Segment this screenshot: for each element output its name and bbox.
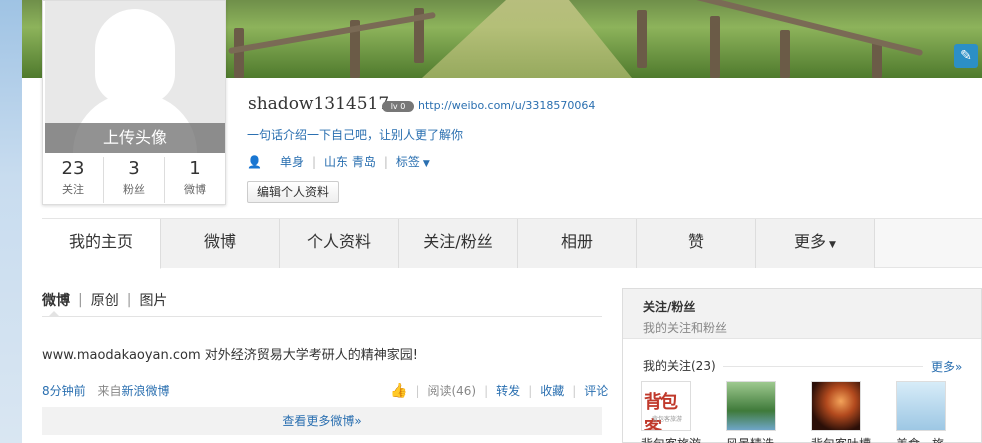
tab-more-label: 更多	[794, 232, 827, 251]
read-count: 阅读(46)	[427, 384, 477, 398]
tab-album[interactable]: 相册	[518, 219, 637, 268]
profile-stats: 23 关注 3 粉丝 1 微博	[43, 157, 225, 203]
fence-post	[780, 30, 790, 78]
avatar[interactable]: 上传头像	[45, 1, 225, 153]
tags-label: 标签	[395, 155, 420, 169]
more-following-link[interactable]: 更多»	[931, 358, 962, 375]
following-label[interactable]: 我的关注(23)	[643, 357, 716, 374]
tab-likes[interactable]: 赞	[637, 219, 756, 268]
post-source-prefix: 来自	[97, 384, 122, 398]
profile-url-link[interactable]: http://weibo.com/u/3318570064	[418, 99, 595, 112]
following-name[interactable]: 风景精选	[726, 435, 796, 443]
comment-link[interactable]: 评论	[584, 382, 608, 399]
repost-link[interactable]: 转发	[496, 382, 520, 399]
profile-name: shadow1314517	[248, 94, 390, 114]
fence-rail	[228, 11, 436, 55]
divider	[723, 366, 923, 367]
following-name[interactable]: 美食、旅	[896, 435, 966, 443]
caret-down-icon: ▼	[829, 240, 836, 250]
edit-profile-button[interactable]: 编辑个人资料	[247, 181, 340, 203]
following-list: 背包客 背包客旅游 背包客旅游 风景精选 背包客吐槽 美食、旅	[641, 381, 981, 443]
following-name[interactable]: 背包客吐槽	[811, 435, 881, 443]
relationship-status[interactable]: 单身	[280, 153, 304, 170]
female-user-icon: 👤	[247, 154, 262, 169]
divider: |	[572, 383, 577, 398]
stat-label: 微博	[184, 183, 206, 196]
following-name[interactable]: 背包客旅游	[641, 435, 711, 443]
profile-meta: 👤 单身 | 山东 青岛 | 标签 ▼	[247, 153, 430, 170]
edit-cover-icon[interactable]: ✎	[954, 44, 978, 68]
panel-title: 关注/粉丝	[643, 300, 696, 314]
tab-home[interactable]: 我的主页	[42, 219, 161, 269]
divider: |	[528, 383, 533, 398]
divider: |	[415, 383, 420, 398]
like-icon[interactable]: 👍	[390, 383, 407, 399]
tab-profile-info[interactable]: 个人资料	[280, 219, 399, 268]
filter-images[interactable]: 图片	[139, 290, 167, 310]
divider: |	[383, 154, 388, 169]
stat-count: 3	[128, 158, 140, 179]
tab-follow-fans[interactable]: 关注/粉丝	[399, 219, 518, 268]
active-filter-notch	[48, 311, 60, 317]
fence-post	[710, 16, 720, 78]
caret-down-icon: ▼	[422, 159, 430, 169]
stat-weibo[interactable]: 1 微博	[165, 157, 225, 203]
feed-divider	[42, 316, 602, 317]
divider: |	[78, 292, 83, 308]
following-item[interactable]: 背包客吐槽	[811, 381, 871, 443]
avatar-placeholder-head	[95, 9, 175, 104]
stat-label: 关注	[62, 183, 84, 196]
post-time-link[interactable]: 8分钟前	[42, 384, 86, 398]
stat-count: 23	[61, 158, 85, 179]
logo-subtext: 背包客旅游	[652, 416, 683, 423]
divider: |	[126, 292, 132, 308]
tags-dropdown[interactable]: 标签 ▼	[396, 153, 430, 170]
post-source-link[interactable]: 新浪微博	[121, 384, 169, 398]
following-avatar[interactable]: 背包客 背包客旅游	[641, 381, 691, 431]
following-item[interactable]: 背包客 背包客旅游 背包客旅游	[641, 381, 701, 443]
filter-original[interactable]: 原创	[91, 290, 119, 310]
divider: |	[484, 383, 489, 398]
following-avatar[interactable]	[726, 381, 776, 431]
profile-tabs: 我的主页 微博 个人资料 关注/粉丝 相册 赞 更多 ▼	[42, 218, 982, 269]
feed-filter: 微博 | 原创 | 图片	[42, 290, 167, 310]
post-text: www.maodakaoyan.com 对外经济贸易大学考研人的精神家园!	[42, 348, 418, 363]
panel-subtitle: 我的关注和粉丝	[643, 321, 728, 335]
cover-path	[422, 0, 632, 78]
location[interactable]: 山东 青岛	[324, 153, 376, 170]
profile-intro-link[interactable]: 一句话介绍一下自己吧，让别人更了解你	[247, 126, 463, 143]
following-avatar[interactable]	[811, 381, 861, 431]
divider: |	[311, 154, 317, 169]
stat-following[interactable]: 23 关注	[43, 157, 104, 203]
level-badge[interactable]: lv 0	[382, 101, 414, 112]
filter-all[interactable]: 微博	[42, 290, 70, 310]
following-avatar[interactable]	[896, 381, 946, 431]
avatar-card: 上传头像 23 关注 3 粉丝 1 微博	[42, 0, 226, 205]
stat-fans[interactable]: 3 粉丝	[104, 157, 165, 203]
stat-label: 粉丝	[123, 183, 145, 196]
following-item[interactable]: 风景精选	[726, 381, 776, 443]
follow-fans-panel: 关注/粉丝 我的关注和粉丝 我的关注(23) 更多» 背包客 背包客旅游 背包客…	[622, 288, 982, 443]
tab-weibo[interactable]: 微博	[161, 219, 280, 268]
following-item[interactable]: 美食、旅	[896, 381, 946, 443]
fence-post	[637, 10, 647, 68]
panel-header: 关注/粉丝 我的关注和粉丝	[623, 289, 981, 339]
more-weibo-link[interactable]: 查看更多微博»	[42, 407, 602, 435]
post-meta: 8分钟前 来自新浪微博	[42, 382, 170, 399]
favorite-link[interactable]: 收藏	[540, 382, 564, 399]
tab-more[interactable]: 更多 ▼	[756, 219, 875, 268]
logo-text: 背包客	[644, 392, 678, 431]
post-actions: 👍 | 阅读(46) | 转发 | 收藏 | 评论	[390, 382, 608, 399]
stat-count: 1	[189, 158, 201, 179]
upload-avatar-button[interactable]: 上传头像	[45, 123, 225, 153]
